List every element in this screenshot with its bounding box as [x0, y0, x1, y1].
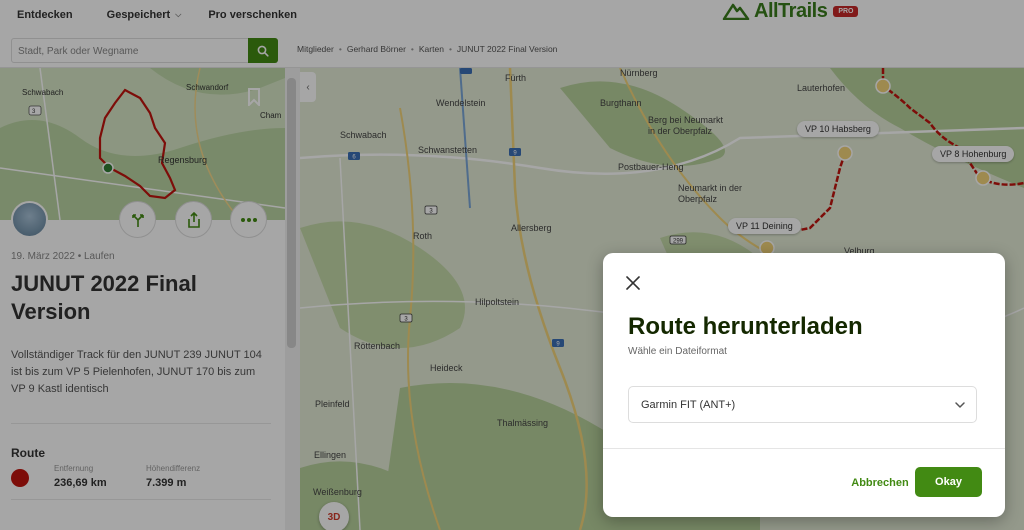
divider [603, 448, 1005, 449]
file-format-select[interactable]: Garmin FIT (ANT+) [628, 386, 977, 423]
select-value: Garmin FIT (ANT+) [641, 398, 736, 411]
dialog-subtitle: Wähle ein Dateiformat [628, 346, 727, 357]
close-icon[interactable] [624, 274, 642, 292]
okay-button[interactable]: Okay [915, 467, 982, 497]
chevron-down-icon [955, 402, 965, 408]
download-route-dialog: Route herunterladen Wähle ein Dateiforma… [603, 253, 1005, 517]
dialog-title: Route herunterladen [628, 313, 863, 340]
